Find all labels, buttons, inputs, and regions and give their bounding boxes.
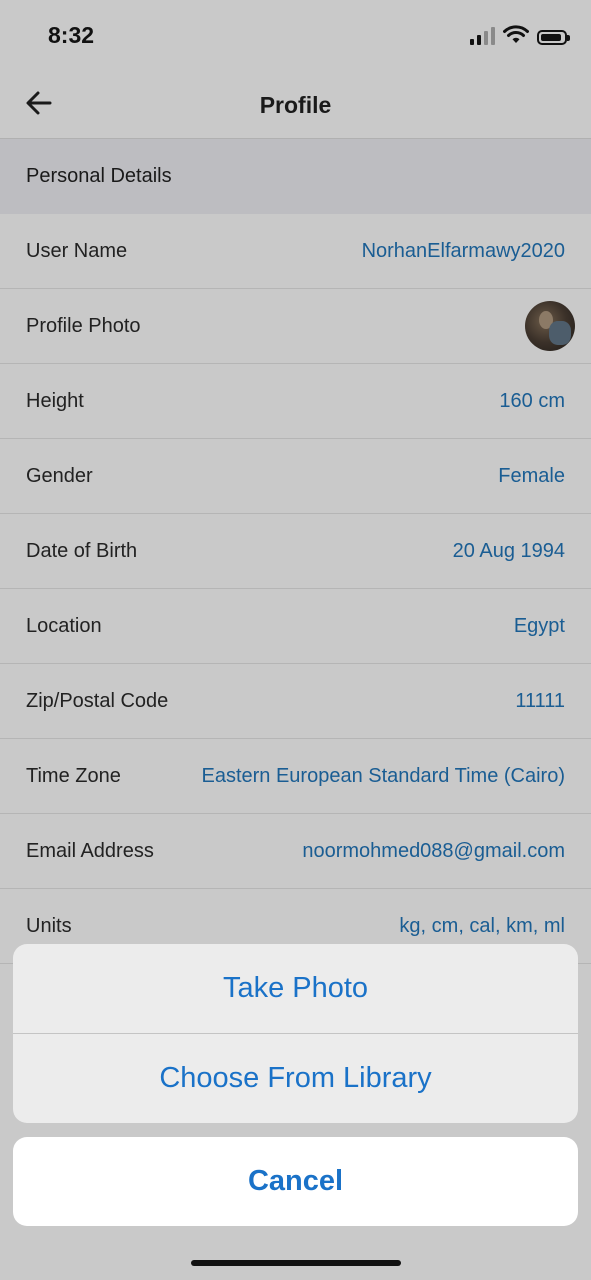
nav-bar: Profile — [0, 70, 591, 139]
row-location[interactable]: Location Egypt — [0, 589, 591, 664]
action-sheet: Take Photo Choose From Library — [13, 944, 578, 1123]
cancel-button[interactable]: Cancel — [13, 1137, 578, 1226]
row-height[interactable]: Height 160 cm — [0, 364, 591, 439]
row-value: NorhanElfarmawy2020 — [361, 239, 565, 262]
row-email-address[interactable]: Email Address noormohmed088@gmail.com — [0, 814, 591, 889]
battery-icon — [537, 30, 570, 45]
row-value: Eastern European Standard Time (Cairo) — [201, 764, 565, 787]
take-photo-button[interactable]: Take Photo — [13, 944, 578, 1033]
row-date-of-birth[interactable]: Date of Birth 20 Aug 1994 — [0, 514, 591, 589]
cellular-signal-icon — [470, 25, 495, 45]
row-user-name[interactable]: User Name NorhanElfarmawy2020 — [0, 214, 591, 289]
row-label: Email Address — [26, 839, 154, 862]
row-gender[interactable]: Gender Female — [0, 439, 591, 514]
row-time-zone[interactable]: Time Zone Eastern European Standard Time… — [0, 739, 591, 814]
page-title: Profile — [259, 92, 332, 118]
row-value: 11111 — [515, 689, 565, 712]
avatar[interactable] — [525, 301, 575, 351]
row-value: Female — [498, 464, 565, 487]
row-label: Gender — [26, 464, 93, 487]
row-label: Zip/Postal Code — [26, 689, 169, 712]
row-label: Profile Photo — [26, 314, 141, 337]
status-time: 8:32 — [48, 22, 95, 48]
row-profile-photo[interactable]: Profile Photo — [0, 289, 591, 364]
row-label: Height — [26, 389, 84, 412]
profile-details-list: User Name NorhanElfarmawy2020 Profile Ph… — [0, 214, 591, 964]
status-icons — [470, 25, 570, 45]
row-zip-code[interactable]: Zip/Postal Code 11111 — [0, 664, 591, 739]
row-value: kg, cm, cal, km, ml — [399, 914, 565, 937]
section-header: Personal Details — [0, 139, 591, 214]
row-label: User Name — [26, 239, 128, 262]
row-value: 20 Aug 1994 — [452, 539, 565, 562]
row-label: Date of Birth — [26, 539, 138, 562]
row-value: noormohmed088@gmail.com — [302, 839, 565, 862]
row-label: Time Zone — [26, 764, 121, 787]
row-value: 160 cm — [499, 389, 565, 412]
wifi-icon — [503, 25, 529, 43]
row-label: Units — [26, 914, 72, 937]
status-bar: 8:32 — [0, 0, 591, 70]
home-indicator — [191, 1260, 401, 1266]
row-value: Egypt — [513, 614, 565, 637]
row-label: Location — [26, 614, 102, 637]
choose-from-library-button[interactable]: Choose From Library — [13, 1034, 578, 1123]
